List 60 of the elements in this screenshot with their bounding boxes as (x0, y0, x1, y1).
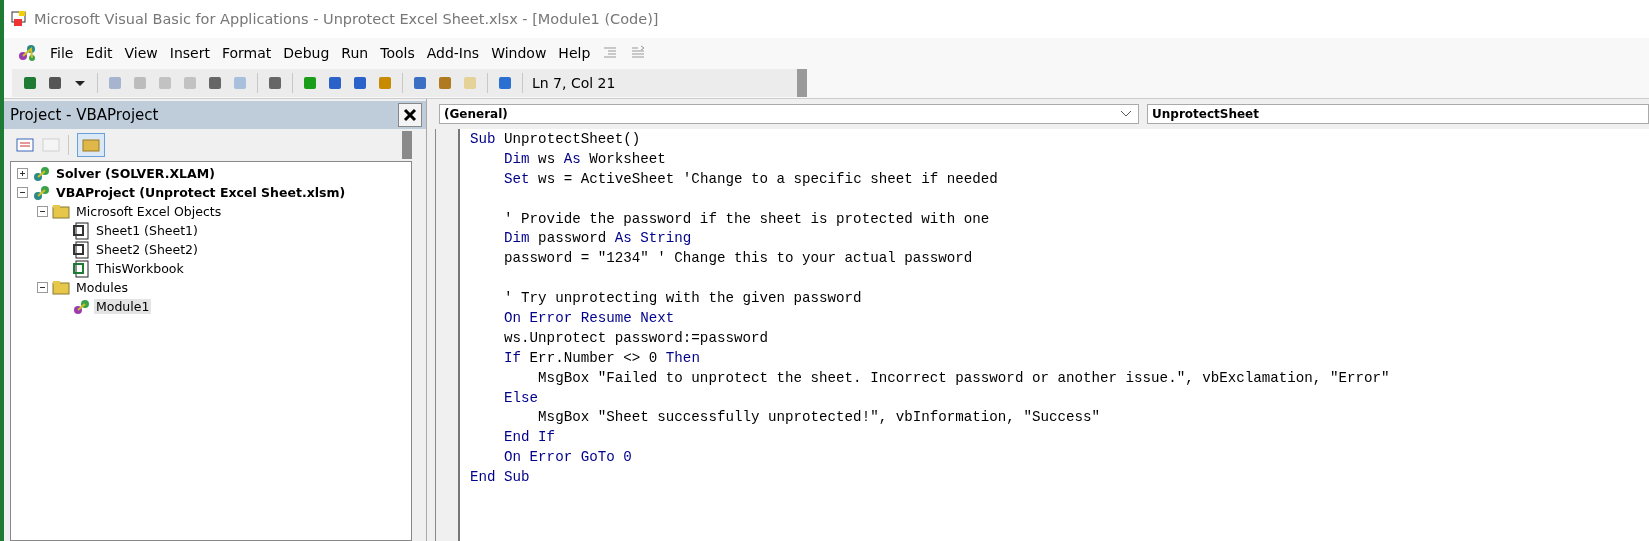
code-line: End If (503, 429, 556, 446)
toggle-folders-button[interactable] (77, 133, 105, 157)
code-line: End Sub (470, 469, 530, 486)
menu-item[interactable]: View (124, 45, 158, 61)
procedure-dropdown[interactable]: UnprotectSheet (1147, 104, 1649, 124)
code-line: MsgBox "Failed to unprotect the sheet. Incorrect password or another issue.", vbExclamation, "Error" (537, 369, 1390, 386)
code-line: Else (503, 389, 539, 406)
tree-item[interactable]: Sheet2 (Sheet2) (94, 242, 200, 257)
collapse-icon[interactable] (37, 282, 48, 293)
menu-item[interactable]: Debug (283, 45, 330, 61)
folder-icon (82, 137, 100, 153)
vba-icon (16, 42, 38, 64)
panel-title: Project - VBAProject (10, 106, 159, 124)
app-icon (10, 10, 28, 28)
collapse-icon[interactable] (17, 187, 28, 198)
project-icon (32, 183, 50, 202)
tree-item[interactable]: Modules (74, 280, 130, 295)
sheet-icon (72, 221, 90, 240)
menu-item[interactable]: Tools (380, 45, 415, 61)
close-button[interactable] (398, 103, 422, 127)
chevron-icon (1120, 110, 1132, 118)
code-line: Dim password As String (503, 230, 692, 247)
tree-item[interactable]: Sheet1 (Sheet1) (94, 223, 200, 238)
module-icon (72, 297, 90, 316)
collapse-icon[interactable] (37, 206, 48, 217)
cursor-position: Ln 7, Col 21 (532, 75, 616, 91)
tree-item[interactable]: ThisWorkbook (94, 261, 186, 276)
code-line: Sub UnprotectSheet() (470, 131, 641, 147)
tree-item[interactable]: Module1 (94, 299, 152, 314)
menu-item[interactable]: Format (221, 45, 272, 61)
tree-item[interactable]: Solver (SOLVER.XLAM) (54, 166, 217, 181)
code-line: Set ws = ActiveSheet 'Change to a specific sheet if needed (503, 170, 998, 187)
code-line: ' Try unprotecting with the given password (503, 290, 862, 307)
menu-item[interactable]: Run (341, 45, 369, 61)
sheet-icon (72, 240, 90, 259)
code-line: Dim ws As Worksheet (503, 150, 666, 167)
code-line: On Error Resume Next (503, 310, 675, 326)
code-line: MsgBox "Sheet successfully unprotected!", vbInformation, "Success" (537, 409, 1101, 426)
expand-icon[interactable] (17, 168, 28, 179)
menu-item[interactable]: Window (491, 45, 547, 61)
menu-item[interactable]: Insert (169, 45, 210, 61)
code-line: On Error GoTo 0 (503, 449, 632, 466)
code-line: ' Provide the password if the sheet is protected with one (503, 210, 990, 227)
folder-icon (52, 202, 70, 221)
tree-item[interactable]: Microsoft Excel Objects (74, 204, 224, 219)
folder-icon (52, 278, 70, 297)
menu-item[interactable]: Edit (85, 45, 113, 61)
code-line: ws.Unprotect password:=password (503, 329, 768, 346)
menu-item[interactable]: Help (558, 45, 591, 61)
code-line: If Err.Number <> 0 Then (503, 349, 700, 366)
menu-item[interactable]: File (50, 45, 74, 61)
menu-item[interactable]: Add-Ins (426, 45, 480, 61)
tree-item[interactable]: VBAProject (Unprotect Excel Sheet.xlsm) (54, 185, 348, 200)
object-dropdown[interactable]: (General) (439, 104, 1139, 124)
close-icon (403, 108, 417, 122)
code-line: password = "1234" ' Change this to your actual password (503, 250, 973, 267)
window-title: Microsoft Visual Basic for Applications - Unprotect Excel Sheet.xlsx - [Module1 (Code)] (34, 11, 659, 27)
workbook-icon (72, 259, 90, 278)
view-code-icon[interactable] (16, 137, 34, 153)
project-icon (32, 164, 50, 183)
